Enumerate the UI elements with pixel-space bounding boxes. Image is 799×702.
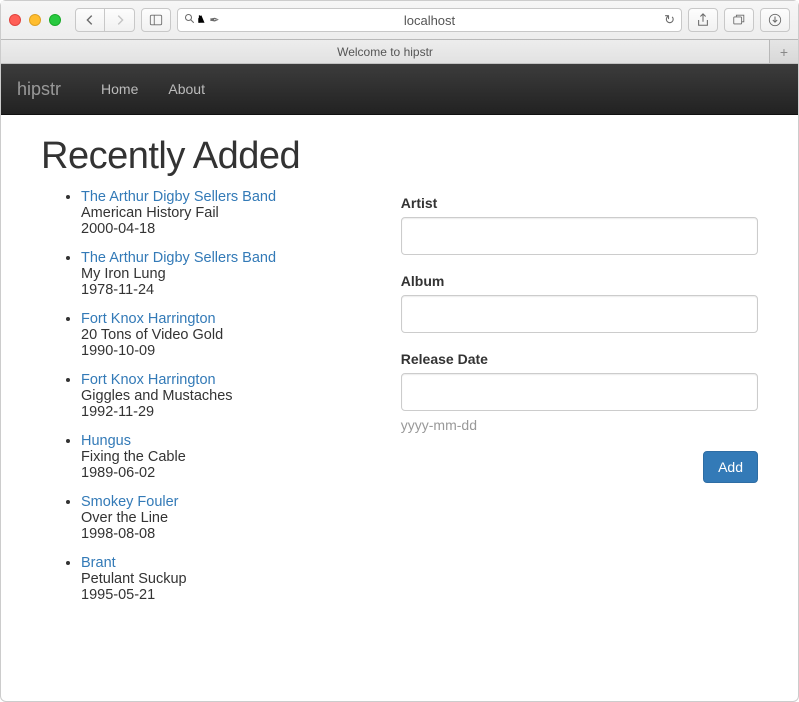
album-date: 1990-10-09 <box>81 343 371 359</box>
album-name: 20 Tons of Video Gold <box>81 327 371 343</box>
new-tab-button[interactable]: + <box>770 40 798 63</box>
artist-link[interactable]: Hungus <box>81 433 371 449</box>
nav-link-home[interactable]: Home <box>86 81 153 97</box>
artist-input[interactable] <box>401 217 758 255</box>
list-item: Fort Knox HarringtonGiggles and Mustache… <box>81 371 371 420</box>
reload-button[interactable]: ↻ <box>664 12 675 28</box>
close-window-button[interactable] <box>9 14 21 26</box>
browser-chrome: ✒︎ localhost ↻ Welcome to hipstr + <box>1 1 798 64</box>
album-date: 1998-08-08 <box>81 526 371 542</box>
album-date: 1978-11-24 <box>81 282 371 298</box>
artist-link[interactable]: Fort Knox Harrington <box>81 372 371 388</box>
url-text: localhost <box>404 13 455 28</box>
list-item: HungusFixing the Cable1989-06-02 <box>81 432 371 481</box>
window-controls <box>9 14 61 26</box>
nav-link-about[interactable]: About <box>153 81 220 97</box>
privacy-icon: ✒︎ <box>209 13 219 27</box>
album-date: 1995-05-21 <box>81 587 371 603</box>
recent-albums-section: Recently Added The Arthur Digby Sellers … <box>41 135 371 615</box>
address-bar[interactable]: ✒︎ localhost ↻ <box>177 8 682 32</box>
album-name: Giggles and Mustaches <box>81 388 371 404</box>
artist-link[interactable]: Brant <box>81 555 371 571</box>
tab-title: Welcome to hipstr <box>337 45 433 59</box>
list-item: The Arthur Digby Sellers BandMy Iron Lun… <box>81 249 371 298</box>
add-button[interactable]: Add <box>703 451 758 483</box>
album-label: Album <box>401 273 758 289</box>
navbar: hipstr Home About <box>1 64 798 115</box>
album-name: Over the Line <box>81 510 371 526</box>
page-title: Recently Added <box>41 135 371 178</box>
album-name: Fixing the Cable <box>81 449 371 465</box>
artist-link[interactable]: Fort Knox Harrington <box>81 311 371 327</box>
artist-link[interactable]: Smokey Fouler <box>81 494 371 510</box>
album-name: Petulant Suckup <box>81 571 371 587</box>
release-date-help: yyyy-mm-dd <box>401 417 758 433</box>
share-button[interactable] <box>688 8 718 32</box>
album-name: American History Fail <box>81 205 371 221</box>
download-icon <box>768 13 782 27</box>
browser-tab[interactable]: Welcome to hipstr <box>1 40 770 63</box>
album-date: 1992-11-29 <box>81 404 371 420</box>
brand[interactable]: hipstr <box>17 79 76 100</box>
sidebar-toggle-button[interactable] <box>141 8 171 32</box>
tabs-icon <box>732 13 746 27</box>
artist-label: Artist <box>401 195 758 211</box>
browser-toolbar: ✒︎ localhost ↻ <box>1 1 798 39</box>
release-date-input[interactable] <box>401 373 758 411</box>
reader-mode-icon[interactable] <box>184 13 207 28</box>
release-date-label: Release Date <box>401 351 758 367</box>
artist-link[interactable]: The Arthur Digby Sellers Band <box>81 189 371 205</box>
album-input[interactable] <box>401 295 758 333</box>
back-button[interactable] <box>75 8 105 32</box>
album-date: 2000-04-18 <box>81 221 371 237</box>
chevron-left-icon <box>83 13 97 27</box>
list-item: BrantPetulant Suckup1995-05-21 <box>81 554 371 603</box>
album-list: The Arthur Digby Sellers BandAmerican Hi… <box>41 188 371 603</box>
add-album-form: Artist Album Release Date yyyy-mm-dd Add <box>401 135 758 615</box>
sidebar-icon <box>149 13 163 27</box>
minimize-window-button[interactable] <box>29 14 41 26</box>
tabs-button[interactable] <box>724 8 754 32</box>
page-viewport: hipstr Home About Recently Added The Art… <box>1 64 798 702</box>
artist-link[interactable]: The Arthur Digby Sellers Band <box>81 250 371 266</box>
list-item: Smokey FoulerOver the Line1998-08-08 <box>81 493 371 542</box>
album-date: 1989-06-02 <box>81 465 371 481</box>
fullscreen-window-button[interactable] <box>49 14 61 26</box>
album-name: My Iron Lung <box>81 266 371 282</box>
tab-bar: Welcome to hipstr + <box>1 39 798 63</box>
main-container: Recently Added The Arthur Digby Sellers … <box>1 115 798 635</box>
share-icon <box>696 13 710 27</box>
list-item: Fort Knox Harrington20 Tons of Video Gol… <box>81 310 371 359</box>
list-item: The Arthur Digby Sellers BandAmerican Hi… <box>81 188 371 237</box>
forward-button[interactable] <box>105 8 135 32</box>
chevron-right-icon <box>113 13 127 27</box>
downloads-button[interactable] <box>760 8 790 32</box>
